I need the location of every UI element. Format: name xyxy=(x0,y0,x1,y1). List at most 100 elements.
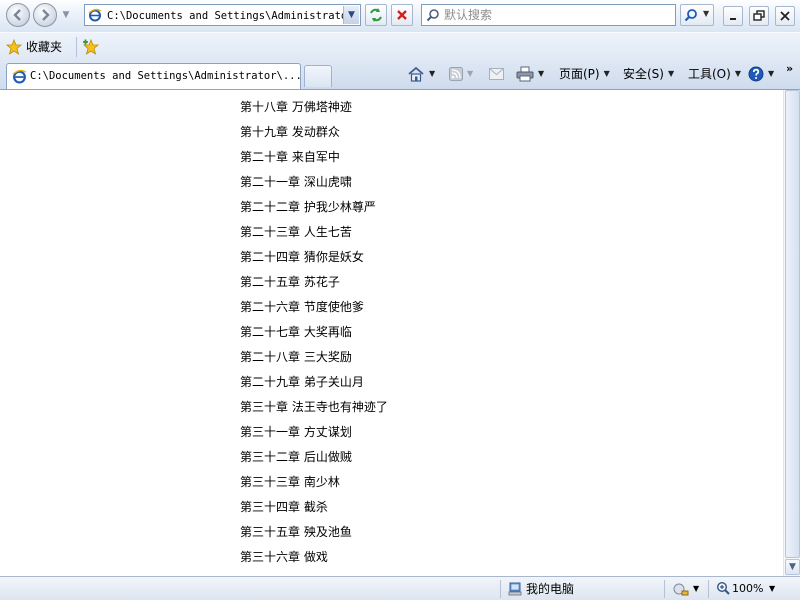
close-x-icon xyxy=(397,10,407,20)
page-content: 第十八章 万佛塔神迹 第十九章 发动群众 第二十章 来自军中 第二十一章 深山虎啸 第二… xyxy=(0,90,783,576)
security-zone-label[interactable]: 我的电脑 xyxy=(526,580,574,598)
list-item: 第二十章 来自军中 xyxy=(240,146,388,171)
chapter-link[interactable]: 第三十二章 后山做贼 xyxy=(240,450,352,464)
tab-title: C:\Documents and Settings\Administrator\… xyxy=(30,70,302,82)
list-item: 第二十五章 苏花子 xyxy=(240,271,388,296)
page-menu[interactable]: 页面(P) ▼ xyxy=(559,65,610,83)
address-dropdown[interactable]: ▼ xyxy=(343,6,359,24)
arrow-left-icon xyxy=(13,9,21,21)
chevron-down-icon[interactable]: ▼ xyxy=(703,9,709,18)
chevron-down-icon[interactable]: ▼ xyxy=(429,65,435,83)
divider xyxy=(708,580,709,598)
list-item: 第三十五章 殃及池鱼 xyxy=(240,521,388,546)
tools-menu[interactable]: 工具(O) ▼ xyxy=(688,65,741,83)
page-menu-label: 页面(P) xyxy=(559,67,600,81)
scroll-down-button[interactable]: ▼ xyxy=(785,559,800,575)
chevron-down-icon[interactable]: ▼ xyxy=(693,584,699,593)
list-item: 第三十三章 南少林 xyxy=(240,471,388,496)
chapter-link[interactable]: 第三十六章 做戏 xyxy=(240,550,328,564)
chevron-down-icon[interactable]: ▼ xyxy=(769,584,775,593)
close-button[interactable] xyxy=(775,6,795,26)
computer-icon xyxy=(508,582,522,596)
arrow-right-icon xyxy=(42,9,50,21)
address-bar[interactable]: C:\Documents and Settings\Administrator … xyxy=(84,4,361,26)
forward-button[interactable] xyxy=(33,3,57,27)
help-button[interactable]: ▼ xyxy=(748,65,774,83)
chevron-down-icon[interactable]: ▼ xyxy=(538,65,544,83)
close-icon xyxy=(780,11,790,21)
chapter-link[interactable]: 第二十章 来自军中 xyxy=(240,150,340,164)
chevron-down-icon: ▼ xyxy=(734,69,741,78)
scrollbar-thumb[interactable] xyxy=(785,90,800,558)
list-item: 第二十六章 节度使他爹 xyxy=(240,296,388,321)
chevron-down-icon: ▼ xyxy=(467,69,474,78)
home-icon xyxy=(408,66,424,82)
print-button[interactable]: ▼ xyxy=(516,65,544,83)
address-text: C:\Documents and Settings\Administrator xyxy=(107,10,343,22)
chapter-link[interactable]: 第三十四章 截杀 xyxy=(240,500,328,514)
chapter-link[interactable]: 第三十章 法王寺也有神迹了 xyxy=(240,400,388,414)
chapter-link[interactable]: 第二十八章 三大奖励 xyxy=(240,350,352,364)
list-item: 第三十章 法王寺也有神迹了 xyxy=(240,396,388,421)
chevron-down-icon: ▼ xyxy=(603,69,610,78)
tools-menu-label: 工具(O) xyxy=(688,67,731,81)
chapter-link[interactable]: 第二十四章 猜你是妖女 xyxy=(240,250,364,264)
more-commands-button[interactable]: » xyxy=(786,60,793,78)
favorites-bar: 收藏夹 xyxy=(0,32,800,61)
list-item: 第十八章 万佛塔神迹 xyxy=(240,96,388,121)
list-item: 第二十二章 护我少林尊严 xyxy=(240,196,388,221)
status-bar: 我的电脑 ▼ 100% ▼ xyxy=(0,576,800,600)
restore-button[interactable] xyxy=(749,6,769,26)
zoom-icon[interactable] xyxy=(716,581,730,595)
stop-button[interactable] xyxy=(391,4,413,26)
divider xyxy=(76,37,77,57)
list-item: 第三十一章 方丈谋划 xyxy=(240,421,388,446)
list-item: 第三十六章 做戏 xyxy=(240,546,388,571)
chapter-link[interactable]: 第二十九章 弟子关山月 xyxy=(240,375,364,389)
minimize-icon xyxy=(730,18,736,20)
recent-pages-dropdown[interactable]: ▼ xyxy=(61,9,71,21)
vertical-scrollbar[interactable]: ▼ xyxy=(783,90,800,576)
tab-bar: C:\Documents and Settings\Administrator\… xyxy=(0,60,800,90)
chevron-down-icon: ▼ xyxy=(768,69,775,78)
read-mail-button xyxy=(489,65,504,83)
back-button[interactable] xyxy=(6,3,30,27)
favorites-button[interactable]: 收藏夹 xyxy=(26,38,62,56)
rss-icon xyxy=(449,67,463,81)
minimize-button[interactable] xyxy=(723,6,743,26)
chapter-link[interactable]: 第二十六章 节度使他爹 xyxy=(240,300,364,314)
refresh-button[interactable] xyxy=(365,4,387,26)
chapter-link[interactable]: 第三十五章 殃及池鱼 xyxy=(240,525,352,539)
ie-page-icon xyxy=(12,69,27,84)
ie-page-icon xyxy=(88,8,102,22)
chapter-link[interactable]: 第二十五章 苏花子 xyxy=(240,275,340,289)
home-button[interactable]: ▼ xyxy=(407,65,435,83)
star-icon[interactable] xyxy=(6,39,22,55)
chapter-link[interactable]: 第三十一章 方丈谋划 xyxy=(240,425,352,439)
protected-mode-icon[interactable] xyxy=(673,582,689,596)
feeds-button[interactable]: ▼ xyxy=(449,65,473,83)
search-go-button[interactable]: ▼ xyxy=(680,4,714,26)
chapter-link[interactable]: 第二十二章 护我少林尊严 xyxy=(240,200,376,214)
chapter-link[interactable]: 第二十一章 深山虎啸 xyxy=(240,175,352,189)
chapter-link[interactable]: 第二十七章 大奖再临 xyxy=(240,325,352,339)
tab-current[interactable]: C:\Documents and Settings\Administrator\… xyxy=(6,63,302,89)
zoom-level[interactable]: 100% xyxy=(732,580,763,598)
chapter-link[interactable]: 第十八章 万佛塔神迹 xyxy=(240,100,352,114)
navigation-bar: ▼ C:\Documents and Settings\Administrato… xyxy=(0,0,800,32)
safety-menu-label: 安全(S) xyxy=(623,67,664,81)
add-favorite-icon[interactable] xyxy=(82,39,100,55)
search-box[interactable]: 默认搜索 xyxy=(421,4,676,26)
chevron-down-icon: ▼ xyxy=(667,69,675,78)
list-item: 第二十四章 猜你是妖女 xyxy=(240,246,388,271)
search-placeholder: 默认搜索 xyxy=(444,8,493,22)
chapter-link[interactable]: 第十九章 发动群众 xyxy=(240,125,340,139)
new-tab-button[interactable] xyxy=(304,65,332,87)
safety-menu[interactable]: 安全(S) ▼ xyxy=(623,65,674,83)
chapter-link[interactable]: 第二十三章 人生七苦 xyxy=(240,225,352,239)
chapter-list: 第十八章 万佛塔神迹 第十九章 发动群众 第二十章 来自军中 第二十一章 深山虎啸 第二… xyxy=(240,96,388,571)
printer-icon xyxy=(516,66,534,82)
chapter-link[interactable]: 第三十三章 南少林 xyxy=(240,475,340,489)
list-item: 第三十四章 截杀 xyxy=(240,496,388,521)
divider xyxy=(664,580,665,598)
